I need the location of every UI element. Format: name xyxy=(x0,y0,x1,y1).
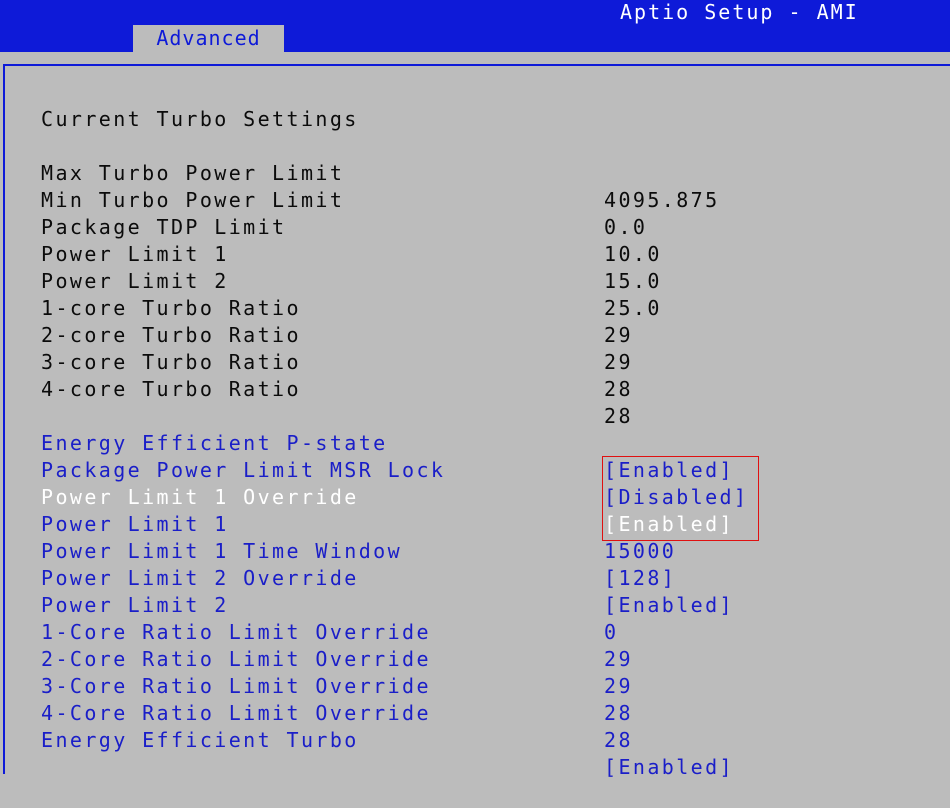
title-bar: Aptio Setup - AMI Advanced xyxy=(0,0,950,52)
option-value[interactable]: [Enabled] xyxy=(604,754,734,781)
option-energy-efficient-turbo[interactable]: Energy Efficient Turbo [Enabled] xyxy=(0,700,950,779)
info-row-package-tdp-limit: Package TDP Limit 10.0 xyxy=(0,187,950,266)
option-2-core-ratio-limit-override[interactable]: 2-Core Ratio Limit Override 29 xyxy=(0,619,950,698)
option-3-core-ratio-limit-override[interactable]: 3-Core Ratio Limit Override 28 xyxy=(0,646,950,725)
info-row-1-core-turbo-ratio: 1-core Turbo Ratio 29 xyxy=(0,268,950,347)
option-power-limit-2-override[interactable]: Power Limit 2 Override [Enabled] xyxy=(0,538,950,617)
info-row-2-core-turbo-ratio: 2-core Turbo Ratio 29 xyxy=(0,295,950,374)
section-title-label: Current Turbo Settings xyxy=(41,107,359,131)
tab-advanced[interactable]: Advanced xyxy=(133,25,284,52)
info-row-4-core-turbo-ratio: 4-core Turbo Ratio 28 xyxy=(0,349,950,428)
option-1-core-ratio-limit-override[interactable]: 1-Core Ratio Limit Override 29 xyxy=(0,592,950,671)
option-power-limit-1-override[interactable]: Power Limit 1 Override [Enabled] xyxy=(0,457,950,536)
info-row-power-limit-1: Power Limit 1 15.0 xyxy=(0,214,950,293)
info-row-power-limit-2: Power Limit 2 25.0 xyxy=(0,241,950,320)
option-label: Energy Efficient Turbo xyxy=(41,728,359,752)
info-label: 4-core Turbo Ratio xyxy=(41,377,301,401)
annotation-highlight-box xyxy=(602,456,759,541)
option-package-power-limit-msr-lock[interactable]: Package Power Limit MSR Lock [Disabled] xyxy=(0,430,950,509)
app-title: Aptio Setup - AMI xyxy=(620,0,859,24)
section-title: Current Turbo Settings xyxy=(0,79,950,131)
option-value[interactable]: 28 xyxy=(604,727,633,754)
option-power-limit-2[interactable]: Power Limit 2 0 xyxy=(0,565,950,644)
option-power-limit-1-time-window[interactable]: Power Limit 1 Time Window [128] xyxy=(0,511,950,590)
info-row-min-turbo-power-limit: Min Turbo Power Limit 0.0 xyxy=(0,160,950,239)
option-4-core-ratio-limit-override[interactable]: 4-Core Ratio Limit Override 28 xyxy=(0,673,950,752)
info-value: 28 xyxy=(604,377,633,401)
info-row-max-turbo-power-limit: Max Turbo Power Limit 4095.875 xyxy=(0,133,950,212)
option-power-limit-1[interactable]: Power Limit 1 15000 xyxy=(0,484,950,563)
option-energy-efficient-p-state[interactable]: Energy Efficient P-state [Enabled] xyxy=(0,403,950,482)
info-row-3-core-turbo-ratio: 3-core Turbo Ratio 28 xyxy=(0,322,950,401)
